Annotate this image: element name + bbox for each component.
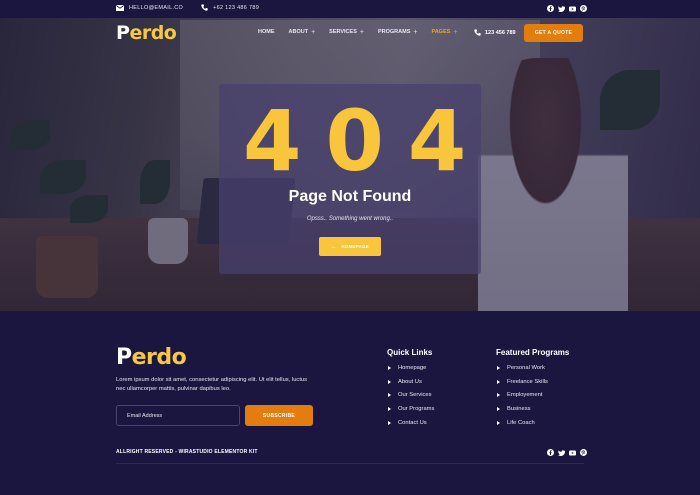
program-link-employement[interactable]: Employement (497, 388, 548, 402)
program-link-label: Business (507, 405, 531, 412)
quick-link-label: Homepage (398, 364, 427, 371)
facebook-icon[interactable] (547, 449, 554, 456)
site-logo[interactable]: Perdo (116, 22, 177, 44)
pinterest-icon[interactable] (580, 449, 587, 456)
phone-icon (201, 4, 208, 11)
program-link-life-coach[interactable]: Life Coach (497, 416, 548, 430)
arrow-left-icon: ← (331, 243, 338, 250)
header-phone-text: 123 456 789 (485, 29, 516, 36)
get-a-quote-button[interactable]: GET A QUOTE (524, 24, 583, 42)
facebook-icon[interactable] (547, 5, 554, 12)
mail-icon (116, 4, 124, 11)
nav-item-home[interactable]: HOME (258, 29, 275, 35)
footer-logo-rest: erdo (131, 345, 187, 370)
plus-icon: + (359, 28, 364, 36)
twitter-icon[interactable] (558, 449, 565, 456)
caret-right-icon (497, 420, 500, 425)
nav-item-label: PAGES (431, 29, 451, 35)
footer-logo-initial: P (116, 345, 132, 370)
quick-link-our-programs[interactable]: Our Programs (388, 402, 434, 416)
caret-right-icon (388, 406, 391, 411)
top-bar-phone-text: +62 123 486 789 (213, 4, 260, 11)
homepage-button[interactable]: ← HOMEPAGE (319, 237, 381, 256)
plus-icon: + (453, 28, 458, 36)
top-bar-contact: HELLO@EMAIL.CO +62 123 486 789 (116, 4, 277, 11)
plus-icon: + (311, 28, 316, 36)
nav-item-pages[interactable]: PAGES + (431, 28, 458, 36)
caret-right-icon (497, 406, 500, 411)
nav-item-label: SERVICES (329, 29, 357, 35)
nav-item-about[interactable]: ABOUT + (288, 28, 316, 36)
footer-logo[interactable]: Perdo (116, 345, 187, 370)
top-bar-email-text: HELLO@EMAIL.CO (129, 4, 184, 11)
site-logo-rest: erdo (129, 22, 177, 44)
featured-programs-list: Personal Work Freelance Skills Employeme… (497, 361, 548, 429)
caret-right-icon (388, 365, 391, 370)
footer-social (543, 449, 587, 456)
top-bar-social (543, 5, 587, 12)
nav-item-services[interactable]: SERVICES + (329, 28, 364, 36)
main-nav: HOME ABOUT + SERVICES + PROGRAMS + PAGES + (258, 28, 471, 36)
error-card: 404 Page Not Found Opsss.. Something wen… (219, 84, 481, 274)
featured-programs-title: Featured Programs (496, 348, 570, 357)
caret-right-icon (388, 379, 391, 384)
program-link-label: Personal Work (507, 364, 545, 371)
program-link-label: Employement (507, 392, 543, 399)
caret-right-icon (388, 420, 391, 425)
homepage-button-label: HOMEPAGE (341, 244, 369, 249)
youtube-icon[interactable] (569, 5, 576, 12)
quick-link-contact-us[interactable]: Contact Us (388, 416, 434, 430)
nav-item-label: ABOUT (288, 29, 309, 35)
phone-icon (474, 29, 481, 36)
site-logo-initial: P (116, 22, 130, 44)
top-bar-phone[interactable]: +62 123 486 789 (201, 4, 259, 11)
quick-links-title: Quick Links (387, 348, 433, 357)
caret-right-icon (497, 379, 500, 384)
quick-link-about-us[interactable]: About Us (388, 375, 434, 389)
quick-link-label: About Us (398, 378, 422, 385)
caret-right-icon (497, 393, 500, 398)
quick-link-label: Contact Us (398, 419, 427, 426)
top-bar: HELLO@EMAIL.CO +62 123 486 789 (0, 0, 700, 18)
youtube-icon[interactable] (569, 449, 576, 456)
subscribe-button[interactable]: SUBSCRIBE (245, 405, 313, 426)
pinterest-icon[interactable] (580, 5, 587, 12)
email-input[interactable]: Email Address (116, 405, 240, 426)
nav-item-label: PROGRAMS (377, 29, 411, 35)
quick-link-label: Our Services (398, 392, 432, 399)
top-bar-email[interactable]: HELLO@EMAIL.CO (116, 4, 184, 11)
nav-item-label: HOME (258, 29, 275, 35)
program-link-label: Freelance Skills (507, 378, 548, 385)
twitter-icon[interactable] (558, 5, 565, 12)
footer: Perdo Lorem ipsum dolor sit amet, consec… (0, 311, 700, 495)
quick-links-list: Homepage About Us Our Services Our Progr… (388, 361, 434, 429)
hero-section: HELLO@EMAIL.CO +62 123 486 789 Perdo HOM… (0, 0, 700, 311)
error-subtitle: Opsss.. Something went wrong.. (306, 216, 394, 222)
caret-right-icon (497, 365, 500, 370)
program-link-business[interactable]: Business (497, 402, 548, 416)
copyright-text: ALLRIGHT RESERVED - WIRASTUDIO ELEMENTOR… (116, 449, 258, 455)
program-link-freelance-skills[interactable]: Freelance Skills (497, 375, 548, 389)
header-phone[interactable]: 123 456 789 (474, 29, 516, 36)
caret-right-icon (388, 393, 391, 398)
error-title: Page Not Found (288, 188, 412, 205)
program-link-label: Life Coach (507, 419, 535, 426)
footer-description: Lorem ipsum dolor sit amet, consectetur … (116, 377, 308, 392)
quick-link-homepage[interactable]: Homepage (388, 361, 434, 375)
error-code: 404 (243, 92, 491, 190)
nav-item-programs[interactable]: PROGRAMS + (377, 28, 418, 36)
program-link-personal-work[interactable]: Personal Work (497, 361, 548, 375)
footer-divider (116, 463, 584, 464)
plus-icon: + (413, 28, 418, 36)
quick-link-our-services[interactable]: Our Services (388, 388, 434, 402)
quick-link-label: Our Programs (398, 405, 435, 412)
